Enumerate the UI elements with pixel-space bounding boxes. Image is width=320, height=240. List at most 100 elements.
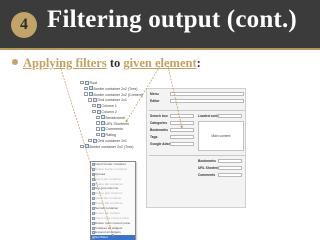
tree-item-label: URL Shortener xyxy=(105,121,130,126)
menu-item-label: Insert border container xyxy=(95,162,127,166)
widget-label: Comments xyxy=(198,173,216,177)
container-icon xyxy=(100,121,105,126)
menu-item-icon xyxy=(91,192,95,196)
menu-item-icon xyxy=(91,163,95,166)
menu-item-icon xyxy=(91,172,95,176)
context-menu: Insert border container Delete border con… xyxy=(90,161,136,240)
container-icon xyxy=(88,86,93,91)
widget-label: Tags xyxy=(150,135,158,139)
container-icon xyxy=(100,132,105,137)
expand-icon[interactable] xyxy=(96,127,100,131)
menu-item-label: Delete main content pane xyxy=(95,220,131,225)
widget-field[interactable] xyxy=(170,114,194,118)
menu-item-icon xyxy=(91,226,95,230)
expand-icon[interactable] xyxy=(92,103,96,108)
menu-item-label: Delete tab content xyxy=(95,210,121,215)
main-content-panel: Main content xyxy=(198,121,244,151)
widget-field[interactable] xyxy=(218,166,242,170)
bullet-dot-icon xyxy=(12,59,18,65)
widget-label: URL Shortener xyxy=(198,166,222,170)
expand-icon[interactable] xyxy=(84,86,88,91)
main-content-label: Main content xyxy=(211,134,231,138)
menu-item-icon xyxy=(91,221,95,225)
widget-row: Comments xyxy=(198,173,242,178)
slide-number: 4 xyxy=(20,16,28,33)
tree-item-label: Comments xyxy=(105,127,123,132)
menu-item[interactable]: Set filters xyxy=(91,235,135,240)
expand-icon[interactable] xyxy=(80,80,84,85)
menu-item-label: Upload xyxy=(95,171,105,176)
divider xyxy=(149,155,245,156)
tree-item-label: Rating xyxy=(105,133,116,138)
bullet-part-filters: Applying filters xyxy=(23,56,107,70)
tree-item-label: Border container 2x2 (Tree) xyxy=(93,86,138,91)
bullet-text: Applying filters to given element: xyxy=(12,56,201,71)
slide-header: 4 Filtering output (cont.) xyxy=(0,0,320,50)
expand-icon[interactable] xyxy=(88,138,92,143)
widget-label: Bookmarks xyxy=(150,128,168,132)
widget-field[interactable] xyxy=(170,92,244,96)
widget-row: Bookmarks xyxy=(198,159,242,164)
widget-row: Menu xyxy=(150,92,244,97)
menu-item-icon xyxy=(91,197,95,201)
widget-field[interactable] xyxy=(218,114,242,118)
widget-label: Bookmarks xyxy=(198,159,216,163)
tree-item[interactable]: Border container 2x2 (Tree) xyxy=(80,144,134,150)
menu-item-label: Delete grid columns xyxy=(95,191,123,196)
menu-item-label: Delete tab container xyxy=(95,201,123,206)
tree-item-label: Breadcrumb xyxy=(105,115,126,120)
menu-item-icon xyxy=(91,167,95,171)
widget-row: Categories xyxy=(150,121,194,126)
widget-field[interactable] xyxy=(170,135,194,139)
container-icon xyxy=(100,115,105,120)
widget-label: Categories xyxy=(150,121,168,125)
expand-icon[interactable] xyxy=(80,144,84,149)
widget-field[interactable] xyxy=(170,121,194,125)
expand-icon[interactable] xyxy=(96,115,100,120)
widget-field[interactable] xyxy=(218,173,242,177)
container-icon xyxy=(96,109,101,114)
bullet-part-colon: : xyxy=(196,56,201,70)
widget-field[interactable] xyxy=(170,128,194,132)
bullet-part-element: given element xyxy=(123,56,197,70)
menu-item-label: Delete border container xyxy=(95,166,128,171)
widget-label: Google Adsense xyxy=(150,142,176,146)
menu-item-icon xyxy=(91,231,95,235)
menu-item-label: Set filters xyxy=(95,235,108,240)
menu-item-icon xyxy=(91,236,95,240)
expand-icon[interactable] xyxy=(96,121,100,125)
expand-icon[interactable] xyxy=(88,98,92,102)
widget-label: Editor xyxy=(150,99,160,103)
menu-item-icon xyxy=(91,211,95,215)
menu-item-label: Set grid columns xyxy=(95,186,119,191)
menu-item-label: Insert tab container xyxy=(95,176,122,181)
menu-item-icon xyxy=(91,216,95,220)
menu-item-icon xyxy=(91,177,95,181)
divider xyxy=(149,110,245,111)
tree-item-label: Column 2 xyxy=(101,110,117,114)
menu-item-icon xyxy=(91,207,95,211)
expand-icon[interactable] xyxy=(84,92,88,96)
expand-icon[interactable] xyxy=(92,109,96,114)
widget-field[interactable] xyxy=(218,159,242,163)
menu-item-label: Delete tab container xyxy=(95,181,123,186)
tree-item-label: Column 1 xyxy=(101,104,117,109)
container-icon xyxy=(100,126,105,131)
tree-item-label: Grid container 2x1 xyxy=(97,98,127,103)
widget-label: Menu xyxy=(150,92,159,96)
menu-item-label: Expand all widgets xyxy=(95,230,121,235)
slide-title: Filtering output (cont.) xyxy=(47,6,297,33)
container-icon xyxy=(96,103,101,108)
widget-field[interactable] xyxy=(170,142,194,146)
expand-icon[interactable] xyxy=(96,132,100,137)
context-menu-items: Insert border container Delete border con… xyxy=(91,162,135,240)
widget-row: URL Shortener xyxy=(198,166,242,171)
widget-row: Search box xyxy=(150,114,194,119)
menu-item-label: Insert tab container xyxy=(95,196,122,201)
menu-item-label: Set tab container xyxy=(95,206,119,211)
bullet-part-to: to xyxy=(109,56,121,70)
container-icon xyxy=(92,97,97,102)
widget-field[interactable] xyxy=(170,99,244,103)
tree-item-label: Border container 2x2 (Content) xyxy=(93,92,143,97)
menu-item-label: Collapse all widgets xyxy=(95,225,123,230)
